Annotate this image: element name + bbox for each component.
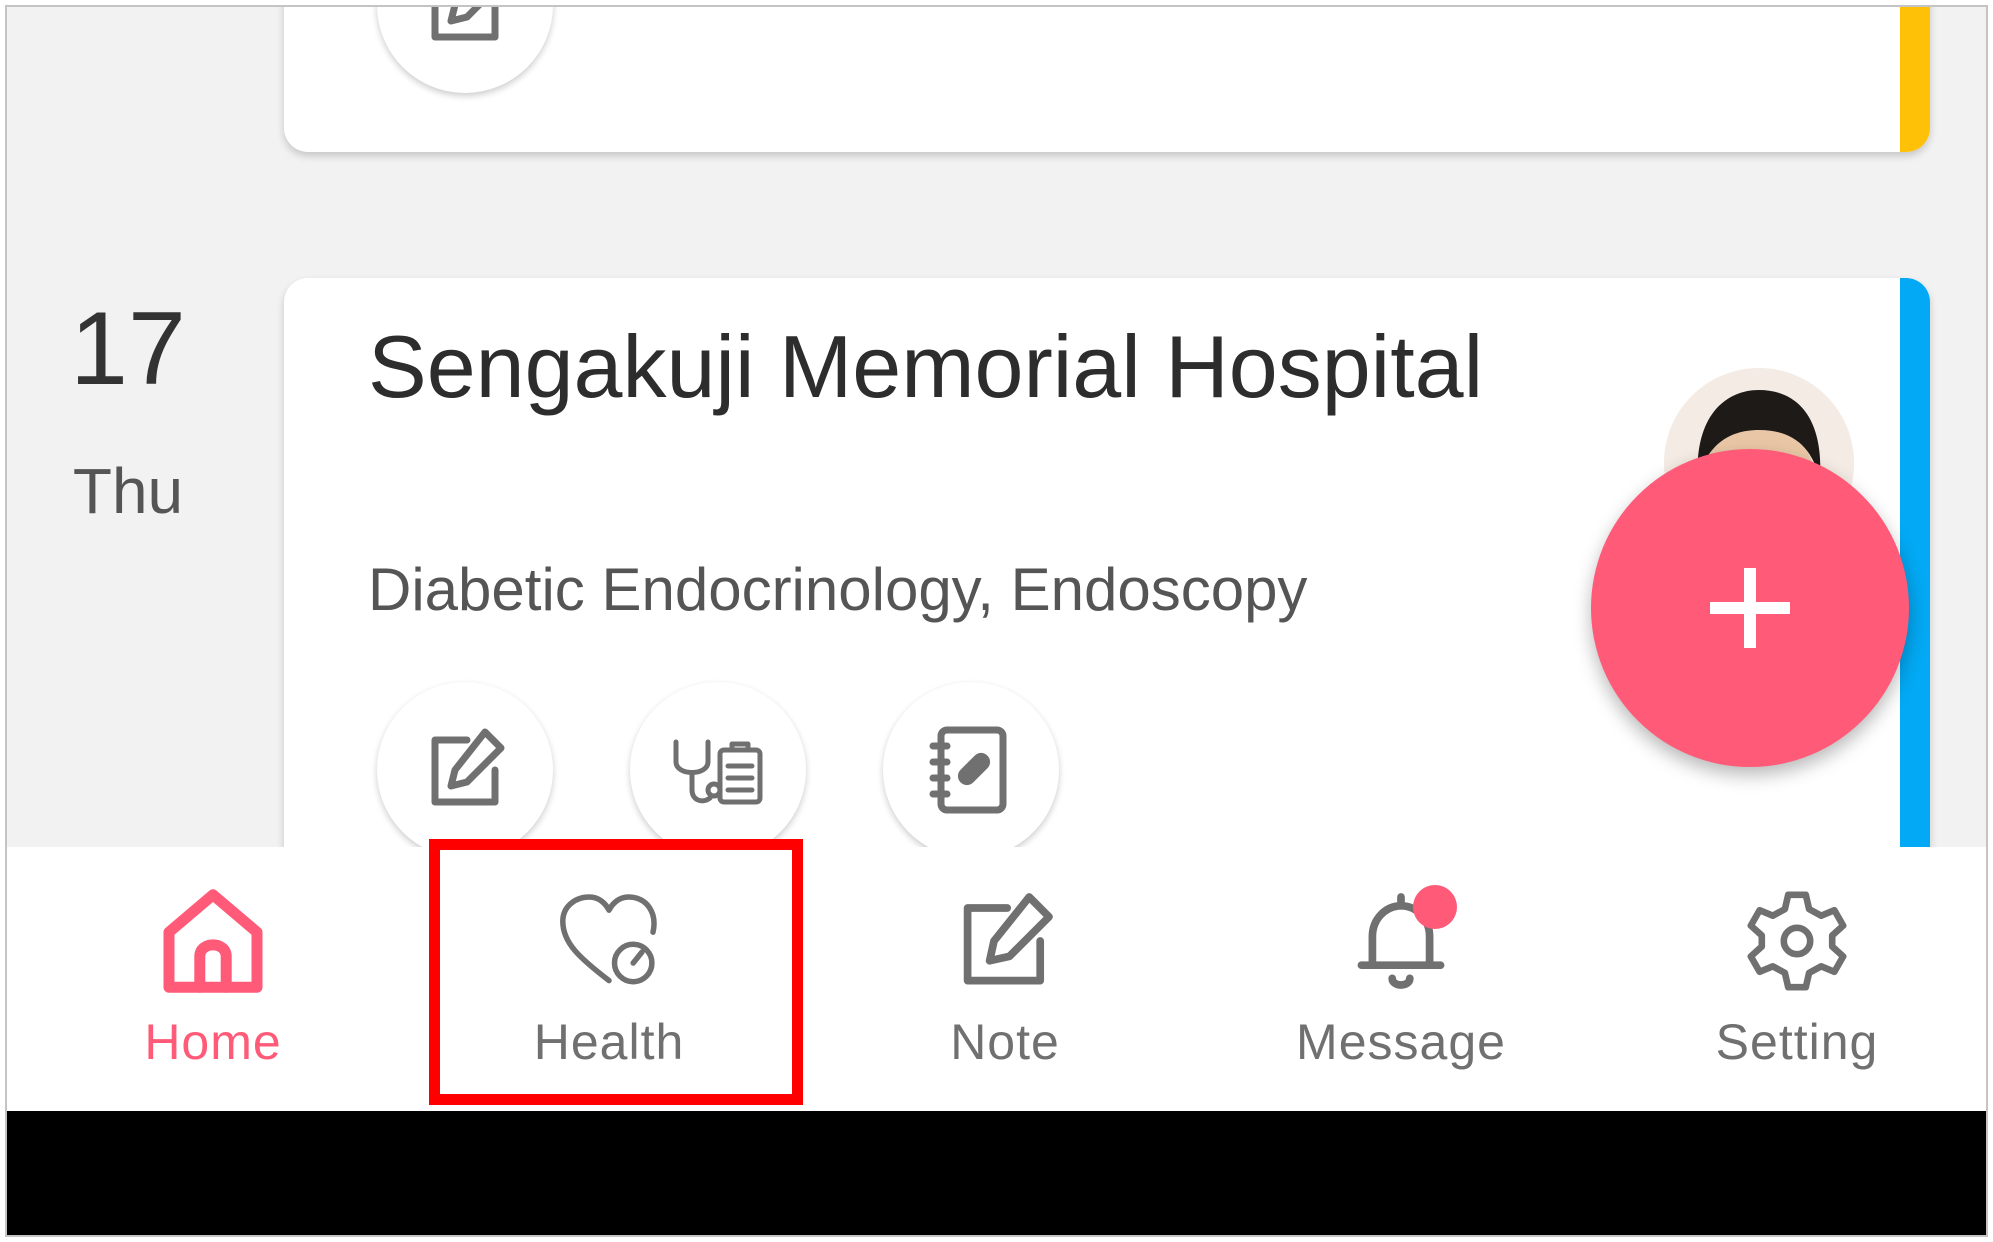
appointment-list[interactable]: 17 Thu Sengakuji Memorial Hospital Diabe…	[7, 7, 1986, 847]
card-status-stripe	[1900, 278, 1930, 847]
nav-item-home[interactable]: Home	[15, 847, 411, 1111]
nav-label-setting: Setting	[1715, 1014, 1879, 1070]
medicine-notebook-icon	[929, 726, 1007, 814]
plus-icon	[1710, 568, 1790, 648]
nav-label-message: Message	[1296, 1014, 1506, 1070]
department-list: Diabetic Endocrinology, Endoscopy	[368, 556, 1308, 623]
appointment-date-weekday: Thu	[72, 455, 184, 527]
nav-label-home: Home	[144, 1014, 282, 1070]
edit-note-icon	[431, 7, 499, 41]
appointment-date-day: 17	[70, 291, 186, 407]
stethoscope-clipboard-icon	[673, 739, 763, 805]
system-navigation-bar	[7, 1111, 1986, 1235]
medical-record-button[interactable]	[630, 682, 806, 847]
app-screen: 17 Thu Sengakuji Memorial Hospital Diabe…	[5, 5, 1988, 1237]
hospital-name: Sengakuji Memorial Hospital	[368, 317, 1484, 416]
gear-icon	[1747, 891, 1847, 991]
edit-note-button[interactable]	[377, 682, 553, 847]
card-status-stripe	[1900, 7, 1930, 152]
appointment-card-previous[interactable]	[284, 7, 1930, 152]
bottom-navigation-bar: Home Health Note Message Setting	[7, 847, 1986, 1111]
nav-item-message[interactable]: Message	[1203, 847, 1599, 1111]
add-appointment-fab[interactable]	[1591, 449, 1909, 767]
home-icon	[163, 889, 263, 993]
nav-label-note: Note	[950, 1014, 1060, 1070]
medicine-notebook-button[interactable]	[883, 682, 1059, 847]
edit-note-button[interactable]	[377, 7, 553, 93]
note-edit-icon	[963, 893, 1053, 985]
nav-item-setting[interactable]: Setting	[1599, 847, 1986, 1111]
highlight-box	[429, 839, 803, 1105]
notification-dot	[1413, 885, 1457, 929]
edit-note-icon	[431, 728, 505, 806]
nav-item-note[interactable]: Note	[807, 847, 1203, 1111]
